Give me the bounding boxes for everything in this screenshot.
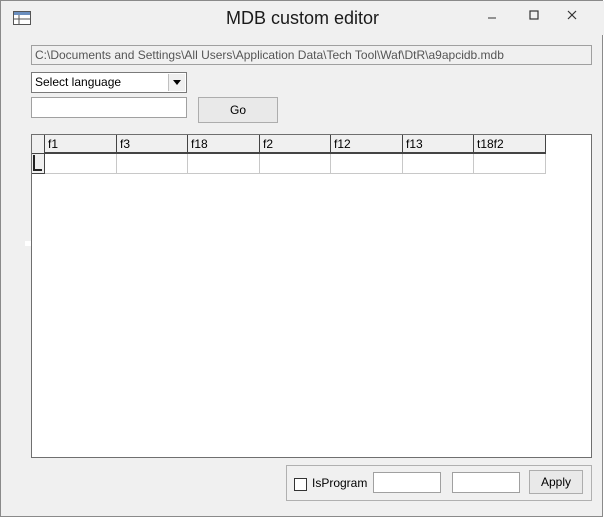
- title-bar[interactable]: MDB custom editor: [1, 1, 604, 35]
- value-input-2[interactable]: [452, 472, 520, 493]
- chevron-down-icon[interactable]: [168, 74, 185, 91]
- column-header-f13[interactable]: f13: [403, 135, 474, 154]
- window-title: MDB custom editor: [225, 8, 380, 28]
- column-header-t18f2[interactable]: t18f2: [474, 135, 546, 154]
- table-cell[interactable]: [331, 154, 403, 174]
- table-cell[interactable]: [403, 154, 474, 174]
- value-input-1[interactable]: [373, 472, 441, 493]
- column-header-f18[interactable]: f18: [188, 135, 260, 154]
- isprogram-label: IsProgram: [312, 476, 368, 490]
- language-select[interactable]: Select language: [31, 72, 187, 93]
- row-header[interactable]: [32, 154, 45, 174]
- column-header-f12[interactable]: f12: [331, 135, 403, 154]
- minimize-icon: [488, 17, 496, 19]
- table-cell[interactable]: [45, 154, 117, 174]
- go-button[interactable]: Go: [198, 97, 278, 123]
- apply-button[interactable]: Apply: [529, 470, 583, 494]
- database-path-field[interactable]: C:\Documents and Settings\All Users\Appl…: [31, 45, 592, 65]
- table-cell[interactable]: [188, 154, 260, 174]
- table-cell[interactable]: [117, 154, 188, 174]
- search-input[interactable]: [31, 97, 187, 118]
- main-window: MDB custom editor C:\Documents and Setti…: [0, 0, 604, 517]
- grid-corner[interactable]: [32, 135, 45, 154]
- maximize-icon: [529, 10, 539, 20]
- close-button[interactable]: [557, 3, 587, 27]
- column-header-f1[interactable]: f1: [45, 135, 117, 154]
- close-icon: [567, 10, 577, 20]
- maximize-button[interactable]: [519, 3, 549, 27]
- language-select-value: Select language: [35, 75, 122, 89]
- column-header-f2[interactable]: f2: [260, 135, 331, 154]
- minimize-button[interactable]: [477, 3, 507, 27]
- isprogram-checkbox[interactable]: [294, 478, 307, 491]
- data-grid[interactable]: f1 f3 f18 f2 f12 f13 t18f2: [31, 134, 592, 458]
- row-pointer-icon: [33, 155, 42, 171]
- table-cell[interactable]: [260, 154, 331, 174]
- table-cell[interactable]: [474, 154, 546, 174]
- column-header-f3[interactable]: f3: [117, 135, 188, 154]
